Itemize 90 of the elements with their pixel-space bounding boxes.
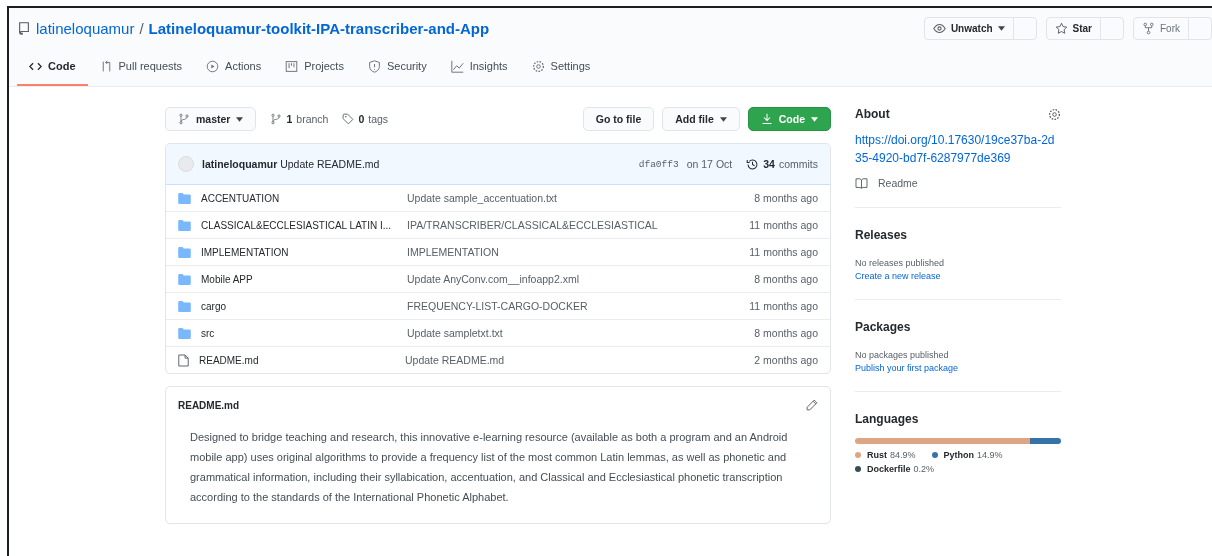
commit-message-link[interactable]: Update README.md	[405, 354, 755, 366]
folder-icon	[178, 300, 191, 312]
tag-icon	[342, 113, 355, 125]
language-percent: 14.9%	[977, 450, 1003, 460]
folder-icon	[178, 192, 191, 204]
caret-icon	[997, 25, 1005, 31]
eye-icon	[932, 21, 946, 35]
packages-heading: Packages	[855, 320, 912, 334]
repo-tab[interactable]: Actions	[194, 48, 274, 86]
settings-icon[interactable]	[1048, 107, 1061, 121]
caret-icon	[236, 116, 244, 122]
folder-icon	[178, 246, 191, 258]
readme-title: README.md	[178, 399, 240, 411]
repo-name-link[interactable]: Latineloquamur-toolkit-IPA-transcriber-and-App	[148, 19, 490, 37]
download-icon	[760, 113, 773, 125]
commit-message-link[interactable]: IMPLEMENTATION	[407, 246, 750, 258]
repo-tab[interactable]: Pull requests	[87, 48, 195, 86]
folder-icon	[178, 219, 191, 231]
commit-sha[interactable]: dfa0ff3	[638, 158, 679, 170]
readme-link[interactable]: Readme	[878, 177, 918, 189]
commit-summary: latineloquamur Update README.md	[202, 158, 380, 170]
repo-tab[interactable]: Settings	[519, 48, 603, 86]
releases-heading: Releases	[855, 228, 909, 242]
pencil-icon[interactable]	[806, 399, 818, 411]
branch-select[interactable]: master	[165, 107, 257, 131]
repo-tab[interactable]: Code	[17, 48, 88, 86]
repo-tab[interactable]: Insights	[438, 48, 520, 86]
star-icon	[1054, 21, 1068, 35]
file-name-link[interactable]: CLASSICAL&ECCLESIASTICAL LATIN I...	[201, 219, 407, 231]
repo-action-button[interactable]: Fork	[1134, 17, 1189, 39]
file-age: 8 months ago	[754, 327, 818, 339]
releases-note: No releases published	[855, 258, 946, 268]
language-name: Rust	[867, 450, 887, 460]
branch-icon	[178, 113, 190, 125]
go-to-file-button[interactable]: Go to file	[582, 107, 655, 131]
repo-icon	[17, 21, 31, 35]
packages-note: No packages published	[855, 350, 950, 360]
language-percent: 0.2%	[913, 464, 935, 474]
caret-icon	[719, 116, 727, 122]
history-icon	[746, 157, 760, 171]
file-age: 8 months ago	[754, 273, 818, 285]
commit-message-link[interactable]: IPA/TRANSCRIBER/CLASSICAL&ECCLESIASTICAL	[407, 219, 750, 231]
publish-package-link[interactable]: Publish your first package	[855, 363, 1061, 373]
tab-icon	[531, 59, 545, 73]
commit-message-link[interactable]: Update AnyConv.com__infoapp2.xml	[407, 273, 755, 285]
file-name-link[interactable]: ACCENTUATION	[201, 192, 407, 204]
tab-icon	[206, 59, 220, 73]
file-age: 11 months ago	[749, 219, 818, 231]
fork-icon	[1142, 21, 1155, 35]
branches-link[interactable]: 1 branch	[270, 113, 329, 125]
file-age: 11 months ago	[749, 300, 818, 312]
avatar	[178, 156, 194, 172]
tab-icon	[367, 59, 381, 73]
commit-message-link[interactable]: FREQUENCY-LIST-CARGO-DOCKER	[407, 300, 750, 312]
tab-icon	[285, 59, 299, 73]
commits-link[interactable]: 34 commits	[746, 157, 818, 171]
book-icon	[855, 177, 868, 189]
branch-icon	[270, 113, 283, 125]
doi-link[interactable]: https://doi.org/10.17630/19ce37ba-2d35-4920-bd7f-6287977de369	[855, 131, 1061, 167]
repo-action-button[interactable]: Star	[1046, 17, 1101, 39]
repo-tab[interactable]: Projects	[273, 48, 356, 86]
file-age: 8 months ago	[754, 192, 818, 204]
file-age: 11 months ago	[749, 246, 818, 258]
commit-message-link[interactable]: Update sample_accentuation.txt	[407, 192, 755, 204]
file-age: 2 months ago	[754, 354, 818, 366]
folder-icon	[178, 273, 191, 285]
language-name: Python	[943, 450, 975, 460]
language-name: Dockerfile	[867, 464, 911, 474]
about-heading: About	[855, 107, 890, 121]
tags-link[interactable]: 0 tags	[342, 113, 389, 125]
file-icon	[178, 353, 189, 367]
file-name-link[interactable]: Mobile APP	[201, 273, 407, 285]
add-file-button[interactable]: Add file	[662, 107, 740, 131]
create-release-link[interactable]: Create a new release	[855, 271, 1061, 281]
caret-icon	[811, 116, 818, 122]
file-name-link[interactable]: IMPLEMENTATION	[201, 246, 407, 258]
language-percent: 84.9%	[890, 450, 916, 460]
path-separator: /	[139, 19, 144, 37]
repo-tab[interactable]: Security	[355, 48, 439, 86]
tab-icon	[450, 59, 464, 73]
file-name-link[interactable]: src	[201, 327, 407, 339]
commit-message-link[interactable]: Update sampletxt.txt	[407, 327, 755, 339]
commit-date: on 17 Oct	[686, 158, 733, 170]
readme-text: Designed to bridge teaching and research, this innovative e-learning resource (available as both a program and an Android mobile app) uses original algorithms to provide a frequency list of the most common Latin lemmas, as well as phonetic and grammatical information, including their syllabication, accentuation, and Classical and Ecclesiastical phonetic transcription according to the standards of the International Phonetic Alphabet.	[190, 430, 789, 505]
repo-action-button[interactable]: Unwatch	[924, 17, 1014, 39]
owner-link[interactable]: latineloquamur	[36, 19, 135, 37]
folder-icon	[178, 327, 191, 339]
file-name-link[interactable]: cargo	[201, 300, 407, 312]
file-name-link[interactable]: README.md	[199, 354, 405, 366]
languages-heading: Languages	[855, 412, 920, 426]
